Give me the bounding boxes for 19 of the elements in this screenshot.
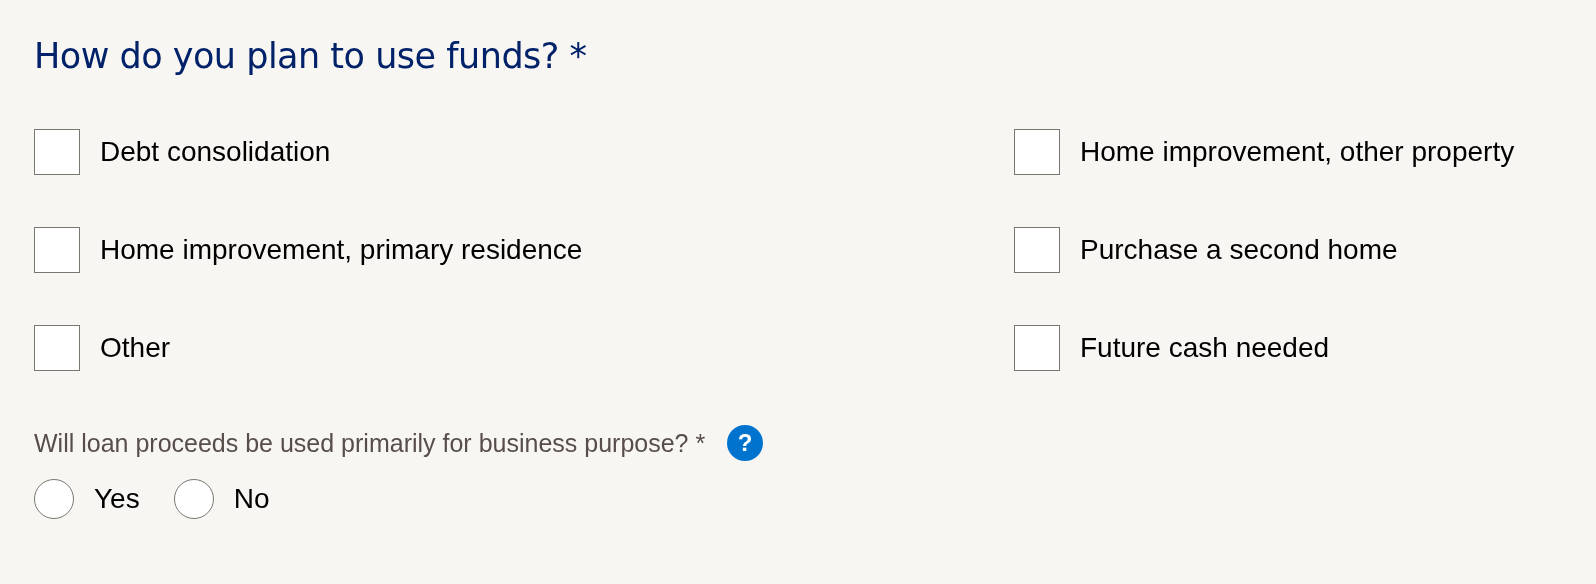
- checkbox-label: Other: [100, 332, 171, 364]
- radio-label: No: [233, 483, 270, 515]
- checkbox[interactable]: [1014, 227, 1060, 273]
- radio-label: Yes: [94, 483, 140, 515]
- checkbox[interactable]: [1014, 325, 1060, 371]
- question-text: Will loan proceeds be used primarily for business purpose? *: [34, 428, 706, 458]
- radio-button[interactable]: [34, 479, 74, 519]
- checkbox[interactable]: [1014, 129, 1060, 175]
- checkbox[interactable]: [34, 129, 80, 175]
- checkbox-label: Home improvement, other property: [1080, 136, 1515, 168]
- form-title: How do you plan to use funds? *: [34, 36, 588, 76]
- checkbox-label: Purchase a second home: [1080, 234, 1398, 266]
- radio-button[interactable]: [173, 479, 214, 519]
- checkbox[interactable]: [34, 227, 80, 273]
- checkbox-label: Home improvement, primary residence: [100, 234, 583, 266]
- help-button[interactable]: ?: [727, 425, 764, 461]
- checkbox[interactable]: [34, 325, 80, 371]
- checkbox-label: Future cash needed: [1080, 332, 1330, 364]
- checkbox-label: Debt consolidation: [100, 136, 331, 168]
